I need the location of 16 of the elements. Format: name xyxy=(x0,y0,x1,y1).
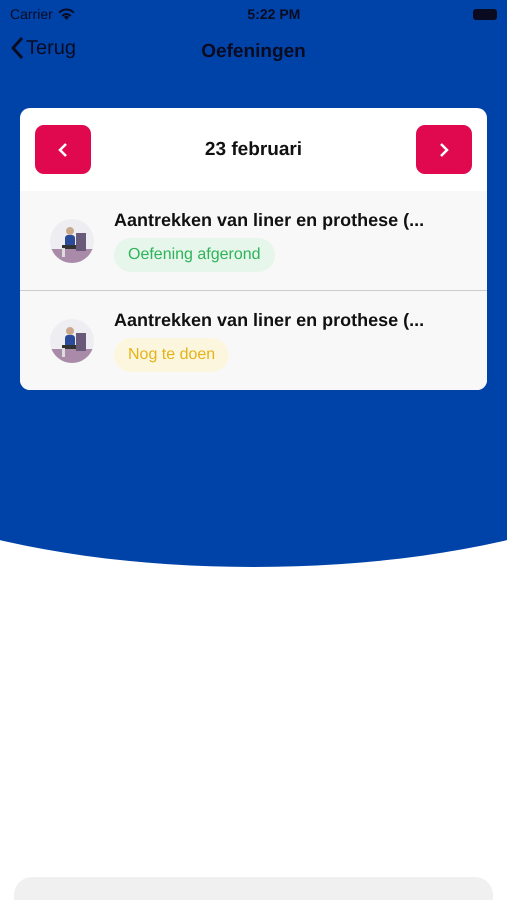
next-day-button[interactable] xyxy=(416,125,472,174)
carrier-label: Carrier xyxy=(10,6,53,22)
status-tag: Nog te doen xyxy=(114,338,230,372)
chevron-left-icon xyxy=(10,36,24,60)
date-label: 23 februari xyxy=(204,138,302,160)
exercise-row[interactable]: Aantrekken van liner en prothese (... Oefening afgerond xyxy=(20,191,487,290)
exercise-title: Aantrekken van liner en prothese (... xyxy=(114,210,424,230)
chevron-left-icon xyxy=(58,142,68,158)
exercise-row[interactable]: Aantrekken van liner en prothese (... Nog te doen xyxy=(20,290,487,390)
chevron-right-icon xyxy=(439,142,449,158)
previous-day-button[interactable] xyxy=(35,125,91,174)
wifi-icon xyxy=(58,8,75,20)
status-time: 5:22 PM xyxy=(247,6,300,22)
exercise-title: Aantrekken van liner en prothese (... xyxy=(114,310,424,330)
screen-title: Oefeningen xyxy=(201,41,306,63)
status-tag: Oefening afgerond xyxy=(114,238,275,272)
